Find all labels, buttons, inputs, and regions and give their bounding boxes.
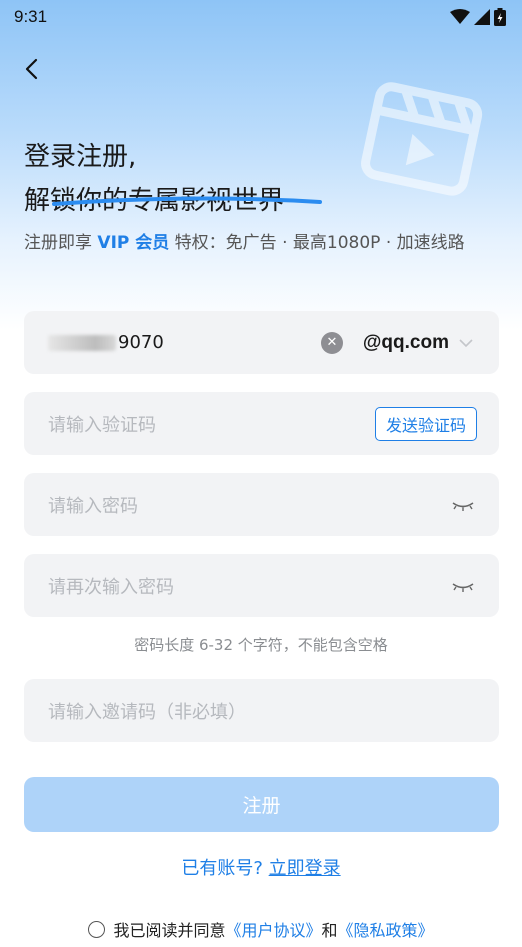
battery-icon bbox=[494, 8, 506, 26]
password-placeholder: 请输入密码 bbox=[48, 495, 138, 517]
eye-closed-icon[interactable] bbox=[451, 578, 475, 594]
password-hint: 密码长度 6-32 个字符，不能包含空格 bbox=[134, 636, 388, 654]
eye-closed-icon[interactable] bbox=[451, 497, 475, 513]
film-clapper-icon bbox=[361, 82, 483, 196]
status-bar: 9:31 bbox=[0, 0, 522, 36]
back-button[interactable] bbox=[18, 54, 48, 84]
invite-code-placeholder: 请输入邀请码（非必填） bbox=[48, 701, 246, 723]
confirm-password-placeholder: 请再次输入密码 bbox=[48, 576, 174, 598]
status-icons bbox=[450, 8, 506, 26]
verification-code-field[interactable]: 请输入验证码 发送验证码 bbox=[24, 392, 499, 455]
email-field[interactable]: 9070 ✕ @qq.com bbox=[24, 311, 499, 374]
clear-icon[interactable]: ✕ bbox=[320, 331, 343, 354]
have-account-text: 已有账号? bbox=[181, 858, 269, 879]
login-link[interactable]: 立即登录 bbox=[269, 858, 341, 879]
title-underline-decoration bbox=[52, 196, 322, 206]
vip-label: VIP 会员 bbox=[97, 233, 170, 253]
email-value: 9070 bbox=[118, 332, 164, 353]
send-code-button[interactable]: 发送验证码 bbox=[374, 406, 477, 441]
wifi-icon bbox=[450, 9, 470, 24]
masked-email-prefix bbox=[48, 334, 116, 351]
login-prompt: 已有账号? 立即登录 bbox=[0, 854, 522, 880]
privacy-policy-link[interactable]: 《隐私政策》 bbox=[338, 917, 434, 941]
agree-text: 我已阅读并同意 bbox=[113, 921, 226, 940]
and-text: 和 bbox=[321, 921, 338, 940]
invite-code-field[interactable]: 请输入邀请码（非必填） bbox=[24, 679, 499, 742]
title-line-1: 登录注册, bbox=[24, 142, 137, 172]
status-time: 9:31 bbox=[14, 7, 48, 26]
register-button[interactable]: 注册 bbox=[24, 777, 499, 832]
agreement-row: 我已阅读并同意 《用户协议》 和 《隐私政策》 bbox=[0, 917, 522, 941]
signal-icon bbox=[474, 9, 490, 25]
email-domain-select[interactable]: @qq.com bbox=[363, 332, 449, 354]
verification-code-placeholder: 请输入验证码 bbox=[48, 414, 156, 436]
vip-benefits-text: 注册即享 VIP 会员 特权：免广告 · 最高1080P · 加速线路 bbox=[24, 233, 465, 253]
password-field[interactable]: 请输入密码 bbox=[24, 473, 499, 536]
confirm-password-field[interactable]: 请再次输入密码 bbox=[24, 554, 499, 617]
user-agreement-link[interactable]: 《用户协议》 bbox=[225, 917, 321, 941]
chevron-down-icon[interactable] bbox=[457, 336, 475, 350]
agree-radio[interactable] bbox=[88, 920, 106, 938]
